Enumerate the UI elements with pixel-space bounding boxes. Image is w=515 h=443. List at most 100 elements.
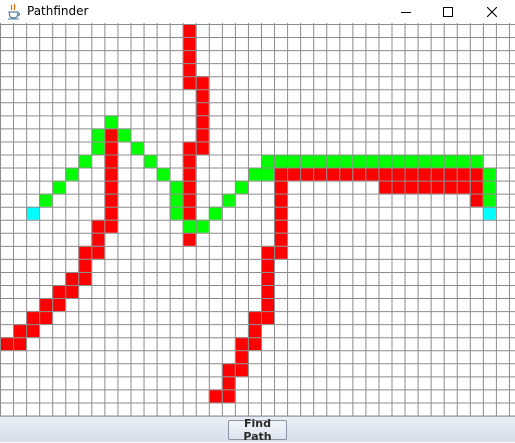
wall-cell[interactable]: [365, 167, 379, 181]
path-cell[interactable]: [482, 167, 496, 181]
wall-cell[interactable]: [0, 337, 14, 351]
wall-cell[interactable]: [195, 102, 209, 116]
wall-cell[interactable]: [456, 180, 470, 194]
path-cell[interactable]: [169, 180, 183, 194]
wall-cell[interactable]: [39, 298, 53, 312]
wall-cell[interactable]: [182, 154, 196, 168]
path-cell[interactable]: [430, 154, 444, 168]
wall-cell[interactable]: [26, 311, 40, 325]
wall-cell[interactable]: [456, 167, 470, 181]
wall-cell[interactable]: [195, 141, 209, 155]
path-cell[interactable]: [482, 180, 496, 194]
path-cell[interactable]: [417, 154, 431, 168]
path-cell[interactable]: [339, 154, 353, 168]
wall-cell[interactable]: [274, 193, 288, 207]
pathfinder-grid[interactable]: [0, 23, 515, 416]
wall-cell[interactable]: [221, 389, 235, 403]
wall-cell[interactable]: [182, 193, 196, 207]
wall-cell[interactable]: [182, 232, 196, 246]
wall-cell[interactable]: [417, 167, 431, 181]
path-cell[interactable]: [169, 193, 183, 207]
wall-cell[interactable]: [221, 376, 235, 390]
wall-cell[interactable]: [247, 324, 261, 338]
wall-cell[interactable]: [104, 167, 118, 181]
path-cell[interactable]: [52, 180, 66, 194]
path-cell[interactable]: [313, 154, 327, 168]
wall-cell[interactable]: [247, 337, 261, 351]
start-cell[interactable]: [26, 206, 40, 220]
grid-panel[interactable]: [0, 23, 515, 416]
path-cell[interactable]: [91, 128, 105, 142]
wall-cell[interactable]: [52, 298, 66, 312]
path-cell[interactable]: [247, 167, 261, 181]
path-cell[interactable]: [65, 167, 79, 181]
path-cell[interactable]: [287, 154, 301, 168]
path-cell[interactable]: [130, 141, 144, 155]
wall-cell[interactable]: [404, 180, 418, 194]
wall-cell[interactable]: [65, 271, 79, 285]
path-cell[interactable]: [195, 219, 209, 233]
end-cell[interactable]: [482, 206, 496, 220]
wall-cell[interactable]: [221, 363, 235, 377]
wall-cell[interactable]: [234, 337, 248, 351]
wall-cell[interactable]: [469, 180, 483, 194]
wall-cell[interactable]: [104, 154, 118, 168]
wall-cell[interactable]: [378, 167, 392, 181]
path-cell[interactable]: [404, 154, 418, 168]
wall-cell[interactable]: [339, 167, 353, 181]
wall-cell[interactable]: [261, 271, 275, 285]
path-cell[interactable]: [208, 206, 222, 220]
wall-cell[interactable]: [182, 24, 196, 38]
wall-cell[interactable]: [274, 180, 288, 194]
wall-cell[interactable]: [208, 389, 222, 403]
wall-cell[interactable]: [404, 167, 418, 181]
path-cell[interactable]: [182, 219, 196, 233]
wall-cell[interactable]: [78, 271, 92, 285]
wall-cell[interactable]: [182, 37, 196, 51]
wall-cell[interactable]: [430, 180, 444, 194]
wall-cell[interactable]: [13, 337, 27, 351]
wall-cell[interactable]: [104, 141, 118, 155]
path-cell[interactable]: [482, 193, 496, 207]
wall-cell[interactable]: [391, 180, 405, 194]
wall-cell[interactable]: [274, 167, 288, 181]
path-cell[interactable]: [300, 154, 314, 168]
wall-cell[interactable]: [195, 76, 209, 90]
wall-cell[interactable]: [274, 219, 288, 233]
wall-cell[interactable]: [104, 128, 118, 142]
wall-cell[interactable]: [378, 180, 392, 194]
wall-cell[interactable]: [182, 141, 196, 155]
path-cell[interactable]: [352, 154, 366, 168]
path-cell[interactable]: [117, 128, 131, 142]
path-cell[interactable]: [326, 154, 340, 168]
wall-cell[interactable]: [274, 232, 288, 246]
wall-cell[interactable]: [443, 167, 457, 181]
path-cell[interactable]: [365, 154, 379, 168]
wall-cell[interactable]: [261, 298, 275, 312]
path-cell[interactable]: [443, 154, 457, 168]
path-cell[interactable]: [234, 180, 248, 194]
path-cell[interactable]: [104, 115, 118, 129]
path-cell[interactable]: [456, 154, 470, 168]
path-cell[interactable]: [91, 141, 105, 155]
wall-cell[interactable]: [195, 115, 209, 129]
wall-cell[interactable]: [104, 206, 118, 220]
wall-cell[interactable]: [78, 258, 92, 272]
wall-cell[interactable]: [430, 167, 444, 181]
wall-cell[interactable]: [195, 89, 209, 103]
maximize-button[interactable]: [425, 0, 471, 23]
wall-cell[interactable]: [182, 63, 196, 77]
wall-cell[interactable]: [182, 50, 196, 64]
wall-cell[interactable]: [182, 76, 196, 90]
wall-cell[interactable]: [469, 193, 483, 207]
wall-cell[interactable]: [234, 350, 248, 364]
wall-cell[interactable]: [195, 128, 209, 142]
wall-cell[interactable]: [391, 167, 405, 181]
wall-cell[interactable]: [352, 167, 366, 181]
wall-cell[interactable]: [91, 245, 105, 259]
wall-cell[interactable]: [182, 180, 196, 194]
path-cell[interactable]: [39, 193, 53, 207]
wall-cell[interactable]: [469, 167, 483, 181]
wall-cell[interactable]: [26, 324, 40, 338]
wall-cell[interactable]: [300, 167, 314, 181]
